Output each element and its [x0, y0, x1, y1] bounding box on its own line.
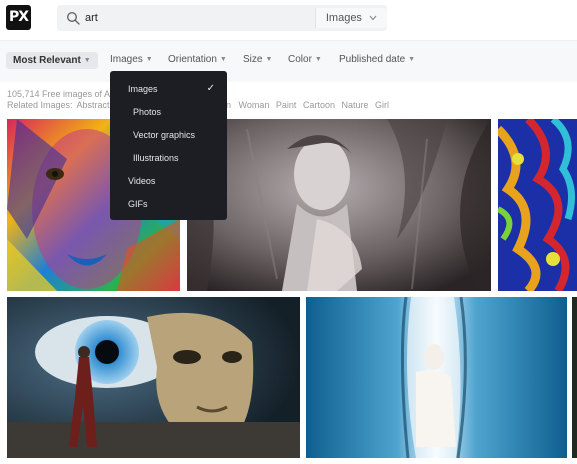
- top-bar: PX art Images: [0, 0, 577, 40]
- filter-size[interactable]: Size ▼: [243, 54, 272, 65]
- image-thumbnail: [306, 297, 567, 458]
- related-link[interactable]: Nature: [341, 100, 368, 110]
- dropdown-item-videos[interactable]: Videos: [128, 176, 155, 186]
- image-abstract-swirl[interactable]: [498, 119, 577, 291]
- related-link[interactable]: Girl: [375, 100, 389, 110]
- related-label: Related Images:: [7, 100, 73, 110]
- filter-bar: Most Relevant ▼ Images ▼ Orientation ▼ Size…: [0, 40, 577, 82]
- related-link[interactable]: Abstract: [77, 100, 110, 110]
- filter-color[interactable]: Color ▼: [288, 54, 322, 65]
- dropdown-item-label: GIFs: [128, 199, 148, 209]
- caret-down-icon: ▼: [314, 55, 322, 63]
- related-images: Related Images: Abstract: [7, 100, 114, 111]
- caret-down-icon: ▼: [265, 55, 273, 63]
- dropdown-item-label: Vector graphics: [133, 130, 196, 140]
- image-thumbnail: [7, 297, 300, 458]
- caret-down-icon: ▼: [219, 55, 227, 63]
- filter-label: Orientation: [168, 54, 217, 65]
- caret-down-icon: ▼: [408, 55, 416, 63]
- dropdown-item-images[interactable]: Images: [128, 84, 158, 94]
- related-link[interactable]: Paint: [276, 100, 297, 110]
- results-info: 105,714 Free images of Ar Related Images…: [7, 89, 114, 111]
- site-logo[interactable]: PX: [6, 5, 31, 30]
- sort-label: Most Relevant: [13, 55, 81, 66]
- dropdown-item-label: Illustrations: [133, 153, 179, 163]
- dropdown-item-label: Photos: [133, 107, 162, 117]
- image-thumbnail: [498, 119, 577, 291]
- related-images-tail: n Woman Paint Cartoon Nature Girl: [226, 100, 389, 111]
- filter-images[interactable]: Images ▼: [110, 54, 153, 65]
- filter-label: Size: [243, 54, 263, 65]
- dropdown-item-label: Images: [128, 84, 158, 94]
- related-link[interactable]: Woman: [239, 100, 270, 110]
- search-icon: [66, 11, 80, 25]
- dropdown-item-illustrations[interactable]: Illustrations: [133, 153, 179, 163]
- caret-down-icon: ▼: [83, 56, 91, 64]
- image-thumbnail: [187, 119, 491, 291]
- image-stone-woman[interactable]: [187, 119, 491, 291]
- filter-published-date[interactable]: Published date ▼: [339, 54, 415, 65]
- dropdown-item-label: Videos: [128, 176, 156, 186]
- search-input[interactable]: art: [85, 5, 98, 31]
- image-partial[interactable]: [572, 297, 577, 458]
- search-type-select[interactable]: Images: [314, 8, 387, 28]
- image-eye-mask[interactable]: [7, 297, 300, 458]
- filter-label: Published date: [339, 54, 406, 65]
- results-count: 105,714 Free images of Ar: [7, 89, 114, 99]
- caret-down-icon: ▼: [145, 55, 153, 63]
- filter-label: Images: [110, 54, 143, 65]
- related-link[interactable]: Cartoon: [303, 100, 335, 110]
- search-type-label: Images: [325, 12, 362, 24]
- filter-label: Color: [288, 54, 312, 65]
- sort-relevant-button[interactable]: Most Relevant ▼: [6, 52, 98, 69]
- filter-orientation[interactable]: Orientation ▼: [168, 54, 227, 65]
- image-water-figure[interactable]: [306, 297, 567, 458]
- dropdown-item-gifs[interactable]: GIFs: [128, 199, 148, 209]
- search-bar[interactable]: art Images: [57, 5, 387, 31]
- dropdown-item-vector-graphics[interactable]: Vector graphics: [133, 130, 195, 140]
- images-type-dropdown: Images ✓ Photos Vector graphics Illustra…: [110, 71, 227, 220]
- check-icon: ✓: [206, 83, 215, 94]
- chevron-down-icon: [369, 15, 377, 21]
- dropdown-item-photos[interactable]: Photos: [133, 107, 161, 117]
